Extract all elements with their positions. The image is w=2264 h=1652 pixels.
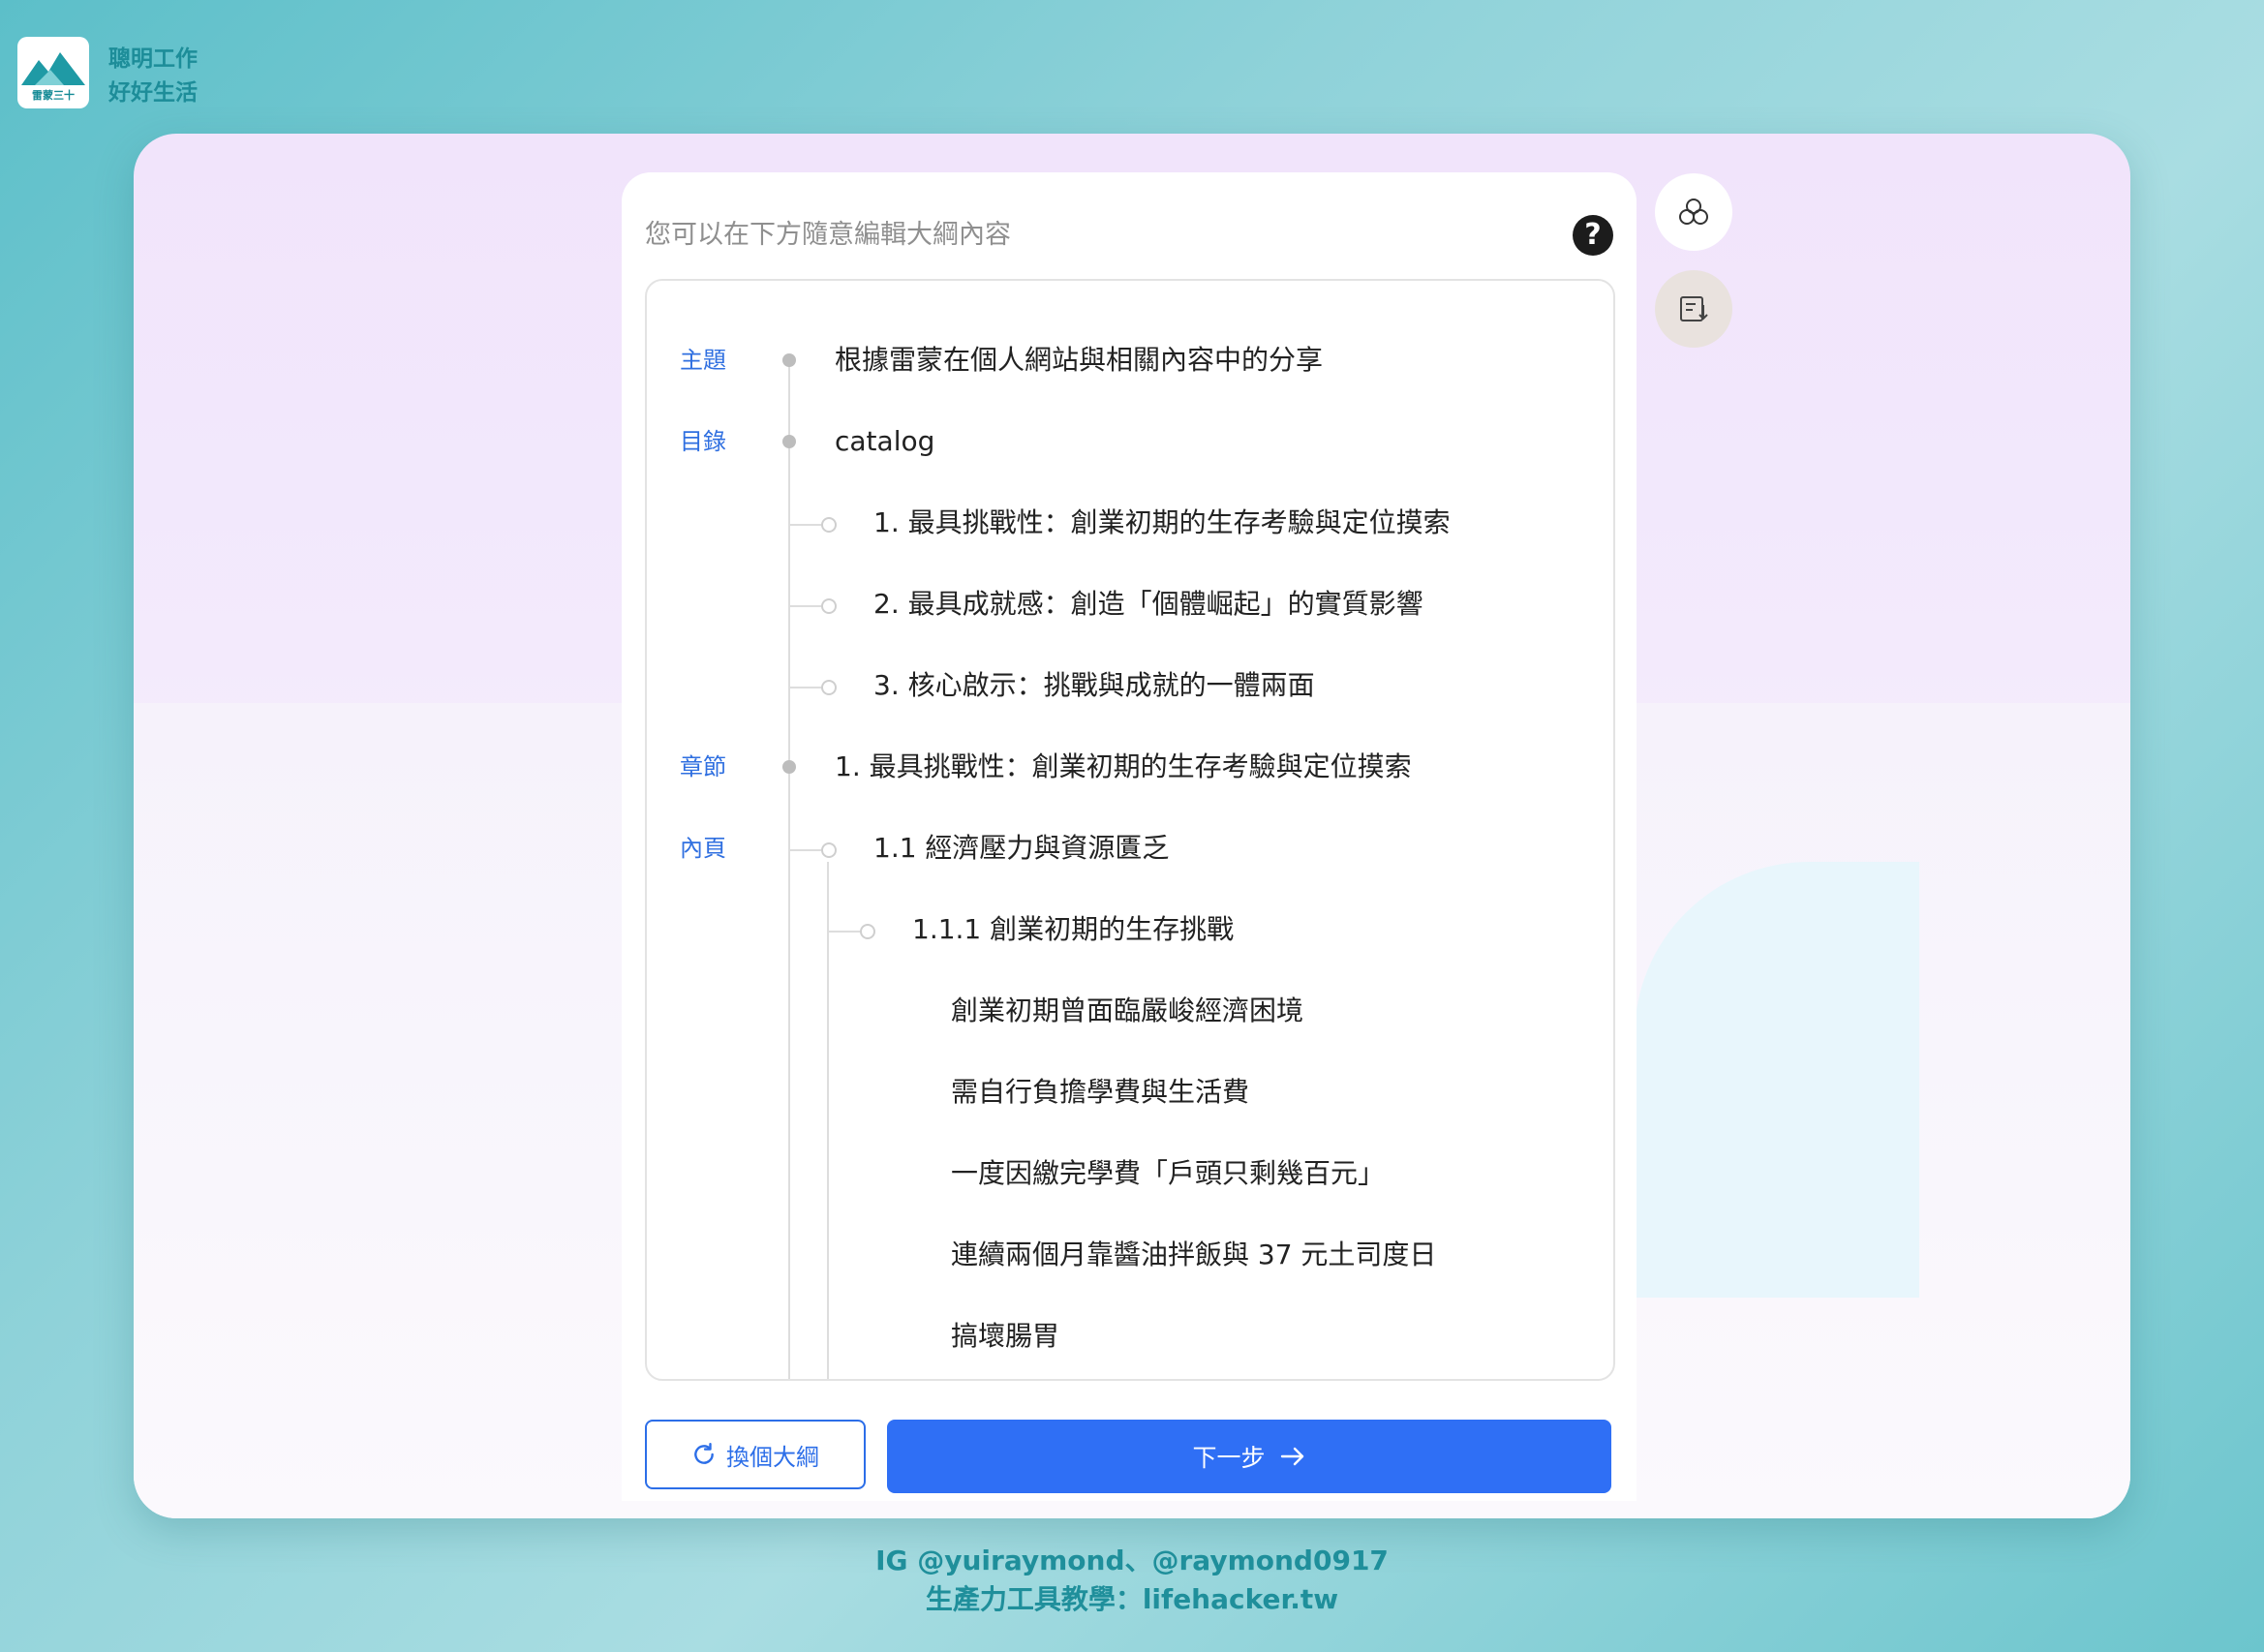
- outline-catalog-title[interactable]: catalog: [835, 422, 934, 461]
- catalog-item[interactable]: 2. 最具成就感：創造「個體崛起」的實質影響: [873, 585, 1423, 624]
- tree-connector: [790, 524, 825, 526]
- outline-panel: 您可以在下方隨意編輯大綱內容 ? 主題 根據雷蒙在個人網站與相關內容中的分享 目…: [622, 172, 1637, 1501]
- outline-section[interactable]: 1.1 經濟壓力與資源匱乏: [873, 829, 1169, 868]
- brand-slogan-line2: 好好生活: [108, 80, 198, 106]
- outline-editor[interactable]: 主題 根據雷蒙在個人網站與相關內容中的分享 目錄 catalog 1. 最具挑戰…: [645, 279, 1615, 1381]
- question-circle-icon[interactable]: ?: [1573, 215, 1613, 256]
- style-switch-button[interactable]: [1655, 173, 1732, 251]
- tree-line-sub: [827, 862, 829, 1379]
- tree-connector: [829, 931, 864, 933]
- footer-credit-site: 生產力工具教學：lifehacker.tw: [925, 1583, 1339, 1615]
- tree-line-main: [788, 360, 790, 1379]
- brand-slogan: 聰明工作 好好生活: [108, 43, 198, 110]
- outline-point[interactable]: 連續兩個月靠醬油拌飯與 37 元土司度日: [951, 1236, 1436, 1274]
- footer-credit-ig: IG @yuiraymond、@raymond0917: [875, 1545, 1389, 1576]
- three-circles-icon: [1679, 199, 1708, 225]
- arrow-right-icon: [1280, 1447, 1303, 1466]
- refresh-icon: [694, 1442, 714, 1464]
- node-dot: [782, 435, 796, 448]
- label-chapter: 章節: [680, 753, 726, 780]
- list-download-icon: [1680, 296, 1708, 321]
- catalog-item[interactable]: 3. 核心啟示：挑戰與成就的一體兩面: [873, 666, 1315, 705]
- label-catalog: 目錄: [680, 428, 726, 455]
- brand-logo: 雷蒙三十: [17, 37, 89, 108]
- logo-caption: 雷蒙三十: [32, 89, 75, 102]
- node-dot: [782, 353, 796, 367]
- node-ring: [821, 598, 837, 614]
- node-dot: [782, 760, 796, 774]
- label-page: 內頁: [680, 835, 726, 862]
- next-step-label: 下一步: [1192, 1444, 1266, 1472]
- tree-connector: [790, 687, 825, 688]
- next-step-button[interactable]: 下一步: [887, 1420, 1611, 1493]
- regenerate-outline-button[interactable]: 換個大綱: [645, 1420, 866, 1489]
- panel-title: 您可以在下方隨意編輯大綱內容: [645, 220, 1011, 250]
- outline-topic[interactable]: 根據雷蒙在個人網站與相關內容中的分享: [835, 341, 1323, 380]
- node-ring: [821, 842, 837, 858]
- outline-chapter[interactable]: 1. 最具挑戰性：創業初期的生存考驗與定位摸索: [835, 748, 1412, 786]
- outline-point[interactable]: 需自行負擔學費與生活費: [951, 1073, 1249, 1112]
- regenerate-outline-label: 換個大綱: [726, 1443, 819, 1471]
- node-ring: [821, 517, 837, 533]
- outline-subsection[interactable]: 1.1.1 創業初期的生存挑戰: [912, 910, 1234, 949]
- catalog-item[interactable]: 1. 最具挑戰性：創業初期的生存考驗與定位摸索: [873, 504, 1451, 542]
- brand-slogan-line1: 聰明工作: [108, 46, 198, 72]
- outline-export-button[interactable]: [1655, 270, 1732, 348]
- tree-connector: [790, 849, 825, 851]
- outline-point[interactable]: 創業初期曾面臨嚴峻經濟困境: [951, 992, 1303, 1030]
- outline-point[interactable]: 搞壞腸胃: [951, 1317, 1059, 1356]
- tree-connector: [790, 605, 825, 607]
- node-ring: [821, 680, 837, 695]
- node-ring: [860, 924, 875, 939]
- outline-point[interactable]: 一度因繳完學費「戶頭只剩幾百元」: [951, 1154, 1385, 1193]
- background-shape: [1635, 862, 1919, 1298]
- label-topic: 主題: [680, 347, 726, 374]
